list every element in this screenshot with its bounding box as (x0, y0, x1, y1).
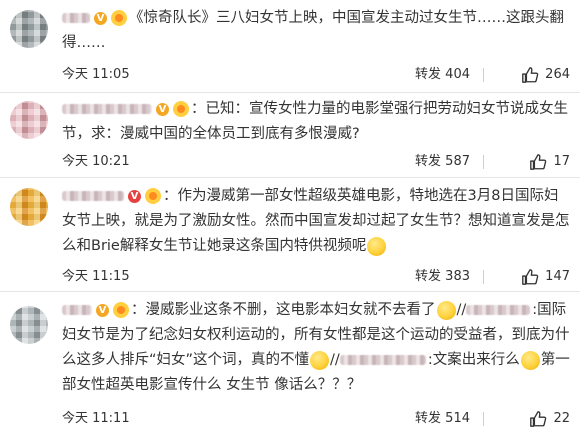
action-divider (483, 270, 484, 284)
timestamp: 今天 11:05 (62, 67, 130, 82)
comment-text: V 《惊奇队长》三八妇女节上映，中国宣发主动过女生节……这跟头翻得…… (62, 6, 570, 56)
comment-text: V ：已知：宣传女性力量的电影堂强行把劳动妇女节说成女生节，求：漫威中国的全体员工… (62, 97, 570, 147)
level-badge-icon (173, 101, 189, 117)
username-blurred[interactable] (466, 305, 531, 315)
v-badge-icon: V (94, 11, 107, 25)
timestamp: 今天 10:21 (62, 154, 130, 169)
comment-item: V ：漫威影业这条不删，这电影本妇女就不去看了//:国际妇女节是为了纪念妇女权利运… (0, 292, 580, 436)
emoji-icon (520, 350, 540, 370)
thumb-up-icon (530, 411, 547, 427)
level-badge-icon (145, 188, 161, 204)
comment-body: :文案出来行么 (427, 352, 520, 368)
thumb-up-icon (522, 269, 539, 285)
v-badge-icon: V (156, 102, 169, 116)
comment-body: ：漫威影业这条不删，这电影本妇女就不去看了 (131, 302, 436, 318)
v-badge-icon: V (96, 303, 109, 317)
repost-label: 转发 (415, 269, 442, 284)
comment-footer: 今天 11:05 转发 404 264 (62, 64, 570, 86)
comment-feed: V 《惊奇队长》三八妇女节上映，中国宣发主动过女生节……这跟头翻得…… 今天 11… (0, 0, 580, 436)
avatar[interactable] (10, 10, 48, 48)
comment-item: V ：已知：宣传女性力量的电影堂强行把劳动妇女节说成女生节，求：漫威中国的全体员工… (0, 93, 580, 178)
thumb-up-icon (522, 67, 539, 83)
timestamp: 今天 11:15 (62, 269, 130, 284)
level-badge-icon (113, 302, 129, 318)
avatar[interactable] (10, 306, 48, 344)
like-count: 147 (545, 269, 570, 284)
username-blurred[interactable] (62, 305, 92, 315)
repost-label: 转发 (415, 154, 442, 169)
like-count: 22 (553, 411, 570, 426)
like-button[interactable]: 147 (521, 266, 570, 288)
username-blurred[interactable] (339, 355, 426, 365)
comment-body: 《惊奇队长》三八妇女节上映，中国宣发主动过女生节……这跟头翻得…… (62, 10, 564, 51)
comment-footer: 今天 10:21 转发 587 17 (62, 151, 570, 173)
repost-count: 514 (445, 411, 470, 426)
repost-separator: // (456, 302, 467, 318)
comment-item: V ：作为漫威第一部女性超级英雄电影，特地选在3月8日国际妇女节上映，就是为了激励… (0, 178, 580, 292)
like-button[interactable]: 22 (529, 408, 570, 430)
like-count: 264 (545, 67, 570, 82)
timestamp: 今天 11:11 (62, 411, 130, 426)
comment-footer: 今天 11:11 转发 514 22 (62, 408, 570, 430)
repost-separator: // (330, 352, 340, 368)
repost-button[interactable]: 转发 587 (415, 151, 470, 173)
comment-text: V ：作为漫威第一部女性超级英雄电影，特地选在3月8日国际妇女节上映，就是为了激励… (62, 184, 570, 259)
avatar[interactable] (10, 101, 48, 139)
username-blurred[interactable] (62, 104, 152, 114)
repost-count: 404 (445, 67, 470, 82)
action-divider (483, 68, 484, 82)
v-badge-icon: V (128, 189, 141, 203)
emoji-icon (367, 236, 387, 256)
comment-footer: 今天 11:15 转发 383 147 (62, 266, 570, 288)
like-count: 17 (553, 154, 570, 169)
repost-label: 转发 (415, 411, 442, 426)
avatar[interactable] (10, 188, 48, 226)
username-blurred[interactable] (62, 13, 90, 23)
repost-button[interactable]: 转发 404 (415, 64, 470, 86)
repost-count: 587 (445, 154, 470, 169)
repost-label: 转发 (415, 67, 442, 82)
thumb-up-icon (530, 154, 547, 170)
username-blurred[interactable] (62, 191, 124, 201)
comment-text: V ：漫威影业这条不删，这电影本妇女就不去看了//:国际妇女节是为了纪念妇女权利运… (62, 298, 570, 398)
repost-button[interactable]: 转发 514 (415, 408, 470, 430)
repost-button[interactable]: 转发 383 (415, 266, 470, 288)
comment-item: V 《惊奇队长》三八妇女节上映，中国宣发主动过女生节……这跟头翻得…… 今天 11… (0, 0, 580, 93)
like-button[interactable]: 17 (529, 151, 570, 173)
like-button[interactable]: 264 (521, 64, 570, 86)
emoji-icon (436, 300, 456, 320)
action-divider (483, 412, 484, 426)
level-badge-icon (111, 10, 127, 26)
emoji-icon (310, 350, 330, 370)
repost-count: 383 (445, 269, 470, 284)
action-divider (483, 155, 484, 169)
